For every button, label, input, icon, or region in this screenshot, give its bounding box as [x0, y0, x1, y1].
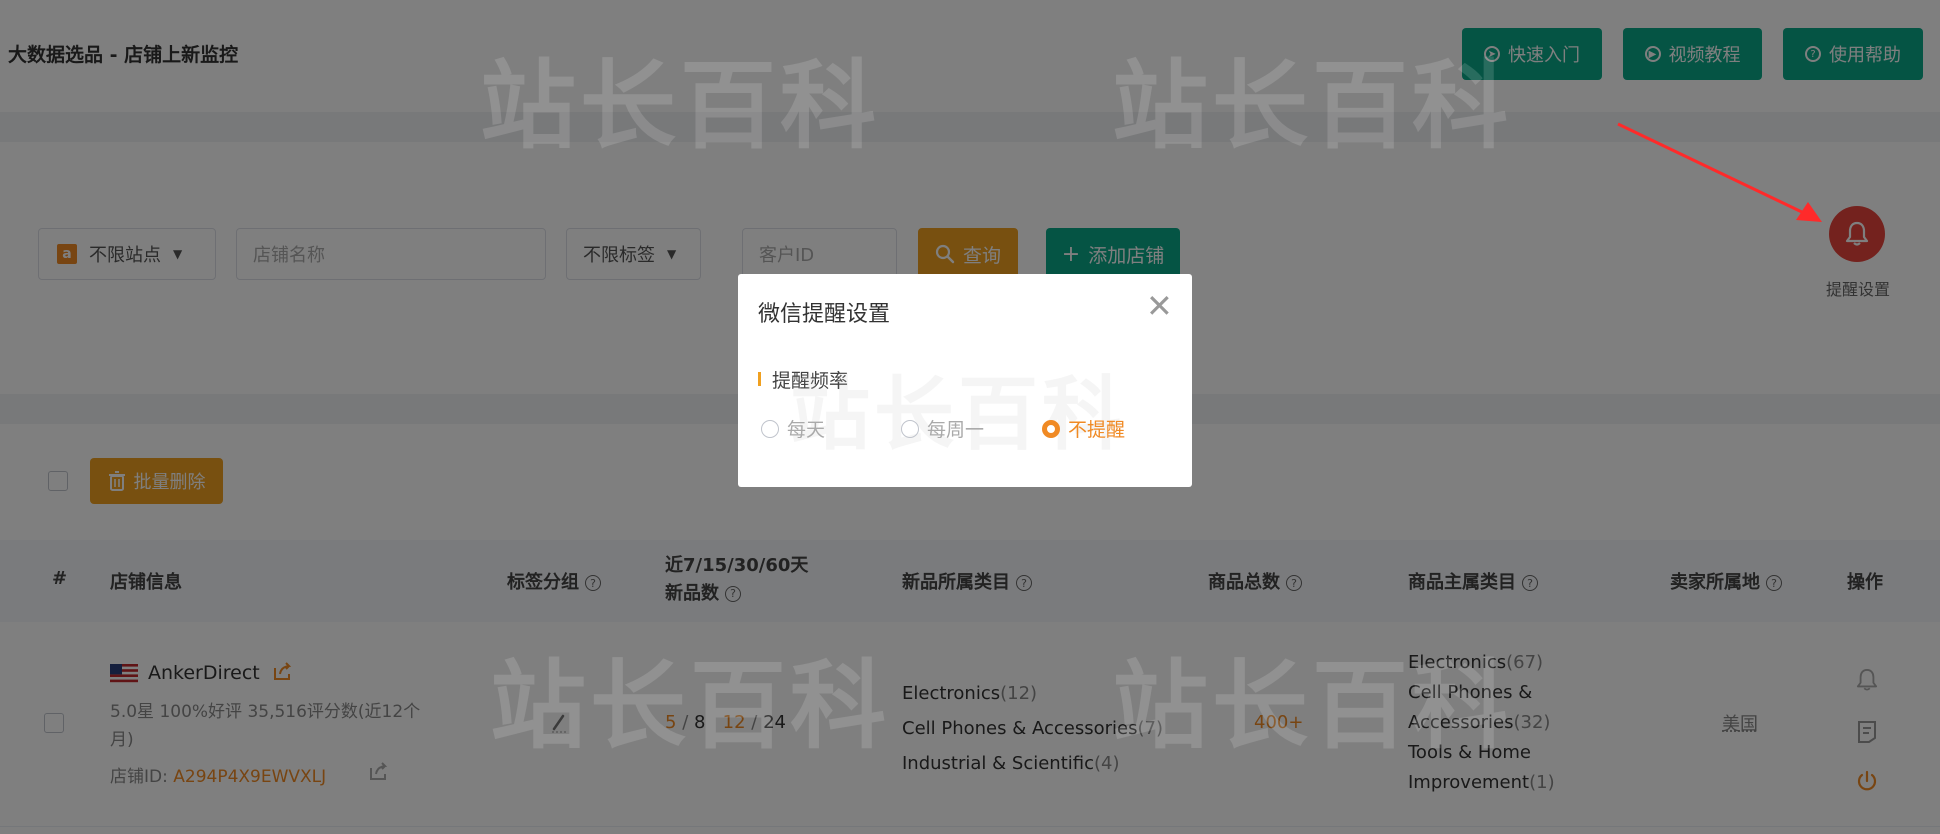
- annotation-arrow: [1617, 122, 1822, 222]
- wechat-reminder-dialog: 微信提醒设置 ✕ 提醒频率 站长百科 每天 每周一 不提醒: [738, 274, 1192, 487]
- radio-circle: [761, 419, 779, 438]
- dialog-title: 微信提醒设置: [758, 302, 891, 327]
- radio-daily[interactable]: 每天: [761, 415, 825, 442]
- watermark: 站长百科: [790, 368, 1126, 461]
- radio-no-reminder-label: 不提醒: [1068, 419, 1126, 441]
- radio-monday[interactable]: 每周一: [901, 415, 984, 442]
- radio-circle: [1042, 419, 1060, 438]
- radio-monday-label: 每周一: [927, 419, 985, 441]
- radio-no-reminder[interactable]: 不提醒: [1042, 415, 1125, 442]
- watermark: 站长百科: [1112, 50, 1512, 162]
- watermark: 站长百科: [480, 50, 880, 162]
- close-icon[interactable]: ✕: [1146, 290, 1173, 322]
- radio-circle: [901, 419, 919, 438]
- radio-daily-label: 每天: [787, 419, 826, 441]
- watermark: 站长百科: [1112, 650, 1512, 762]
- watermark: 站长百科: [490, 650, 890, 762]
- section-marker: [758, 372, 761, 386]
